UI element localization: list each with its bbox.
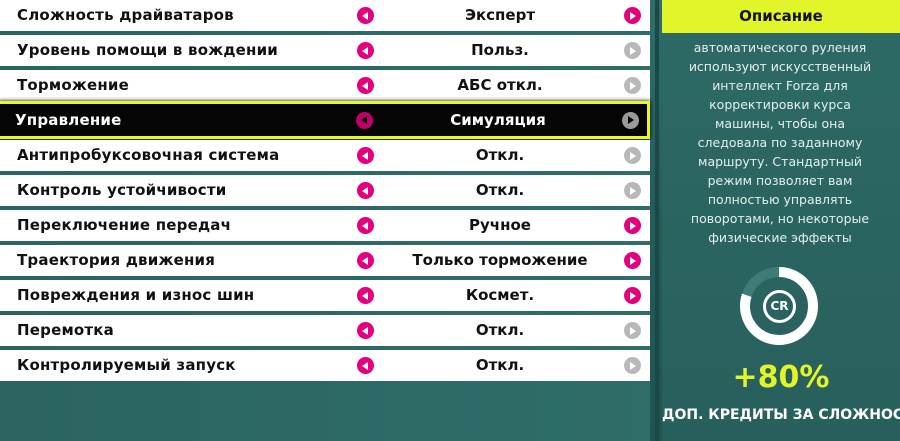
setting-value: Космет. (465, 286, 535, 304)
setting-row-8[interactable]: Повреждения и износ шин Космет. (0, 280, 650, 311)
setting-row-3[interactable]: Управление Симуляция (0, 101, 650, 139)
arrow-right-icon[interactable] (624, 287, 641, 304)
arrow-right-icon[interactable] (624, 147, 641, 164)
setting-label: Переключение передач (17, 216, 232, 234)
arrow-left-icon[interactable] (357, 147, 374, 164)
arrow-right-icon[interactable] (624, 217, 641, 234)
setting-row-10[interactable]: Контролируемый запуск Откл. (0, 350, 650, 381)
setting-label: Контролируемый запуск (17, 356, 236, 374)
setting-value: Эксперт (464, 6, 536, 24)
setting-label: Сложность драйватаров (17, 6, 234, 24)
setting-label: Торможение (17, 76, 129, 94)
panel-divider (655, 0, 659, 441)
setting-row-1[interactable]: Уровень помощи в вождении Польз. (0, 35, 650, 66)
description-title: Описание (662, 0, 900, 33)
arrow-left-icon[interactable] (357, 42, 374, 59)
setting-value: Симуляция (450, 111, 546, 129)
setting-label: Уровень помощи в вождении (17, 41, 279, 59)
setting-label: Повреждения и износ шин (17, 286, 255, 304)
description-panel: Описание автоматического руления использ… (662, 0, 900, 441)
credits-bonus-label: ДОП. КРЕДИТЫ ЗА СЛОЖНОСТЬ (662, 407, 900, 423)
setting-label: Контроль устойчивости (17, 181, 227, 199)
setting-value: Откл. (475, 321, 525, 339)
setting-value: Откл. (475, 181, 525, 199)
credits-icon: CR (763, 290, 796, 323)
setting-label: Траектория движения (17, 251, 216, 269)
arrow-left-icon[interactable] (357, 252, 374, 269)
setting-row-6[interactable]: Переключение передач Ручное (0, 210, 650, 241)
setting-label: Управление (15, 111, 122, 129)
arrow-left-icon[interactable] (357, 77, 374, 94)
credits-bonus: +80% (732, 360, 830, 395)
setting-value: Только торможение (412, 251, 588, 269)
arrow-left-icon[interactable] (357, 287, 374, 304)
arrow-left-icon[interactable] (356, 111, 373, 129)
arrow-right-icon[interactable] (624, 182, 641, 199)
arrow-left-icon[interactable] (357, 357, 374, 374)
arrow-right-icon[interactable] (624, 42, 641, 59)
setting-value: АБС откл. (457, 76, 543, 94)
setting-row-9[interactable]: Перемотка Откл. (0, 315, 650, 346)
setting-value: Откл. (475, 146, 525, 164)
description-text: автоматического руления используют искус… (688, 40, 872, 250)
setting-row-4[interactable]: Антипробуксовочная система Откл. (0, 140, 650, 171)
arrow-right-icon[interactable] (624, 322, 641, 339)
arrow-right-icon[interactable] (624, 7, 641, 24)
setting-label: Антипробуксовочная система (17, 146, 280, 164)
arrow-left-icon[interactable] (357, 7, 374, 24)
arrow-right-icon[interactable] (624, 77, 641, 94)
setting-value: Ручное (469, 216, 531, 234)
setting-row-7[interactable]: Траектория движения Только торможение (0, 245, 650, 276)
description-text-box[interactable]: автоматического руления используют искус… (680, 40, 880, 250)
setting-row-5[interactable]: Контроль устойчивости Откл. (0, 175, 650, 206)
setting-label: Перемотка (17, 321, 115, 339)
arrow-left-icon[interactable] (357, 182, 374, 199)
arrow-left-icon[interactable] (357, 322, 374, 339)
arrow-right-icon[interactable] (622, 111, 639, 129)
arrow-right-icon[interactable] (624, 357, 641, 374)
setting-value: Откл. (475, 356, 525, 374)
arrow-right-icon[interactable] (624, 252, 641, 269)
setting-row-2[interactable]: Торможение АБС откл. (0, 70, 650, 101)
arrow-left-icon[interactable] (357, 217, 374, 234)
setting-row-0[interactable]: Сложность драйватаров Эксперт (0, 0, 650, 31)
setting-value: Польз. (471, 41, 529, 59)
